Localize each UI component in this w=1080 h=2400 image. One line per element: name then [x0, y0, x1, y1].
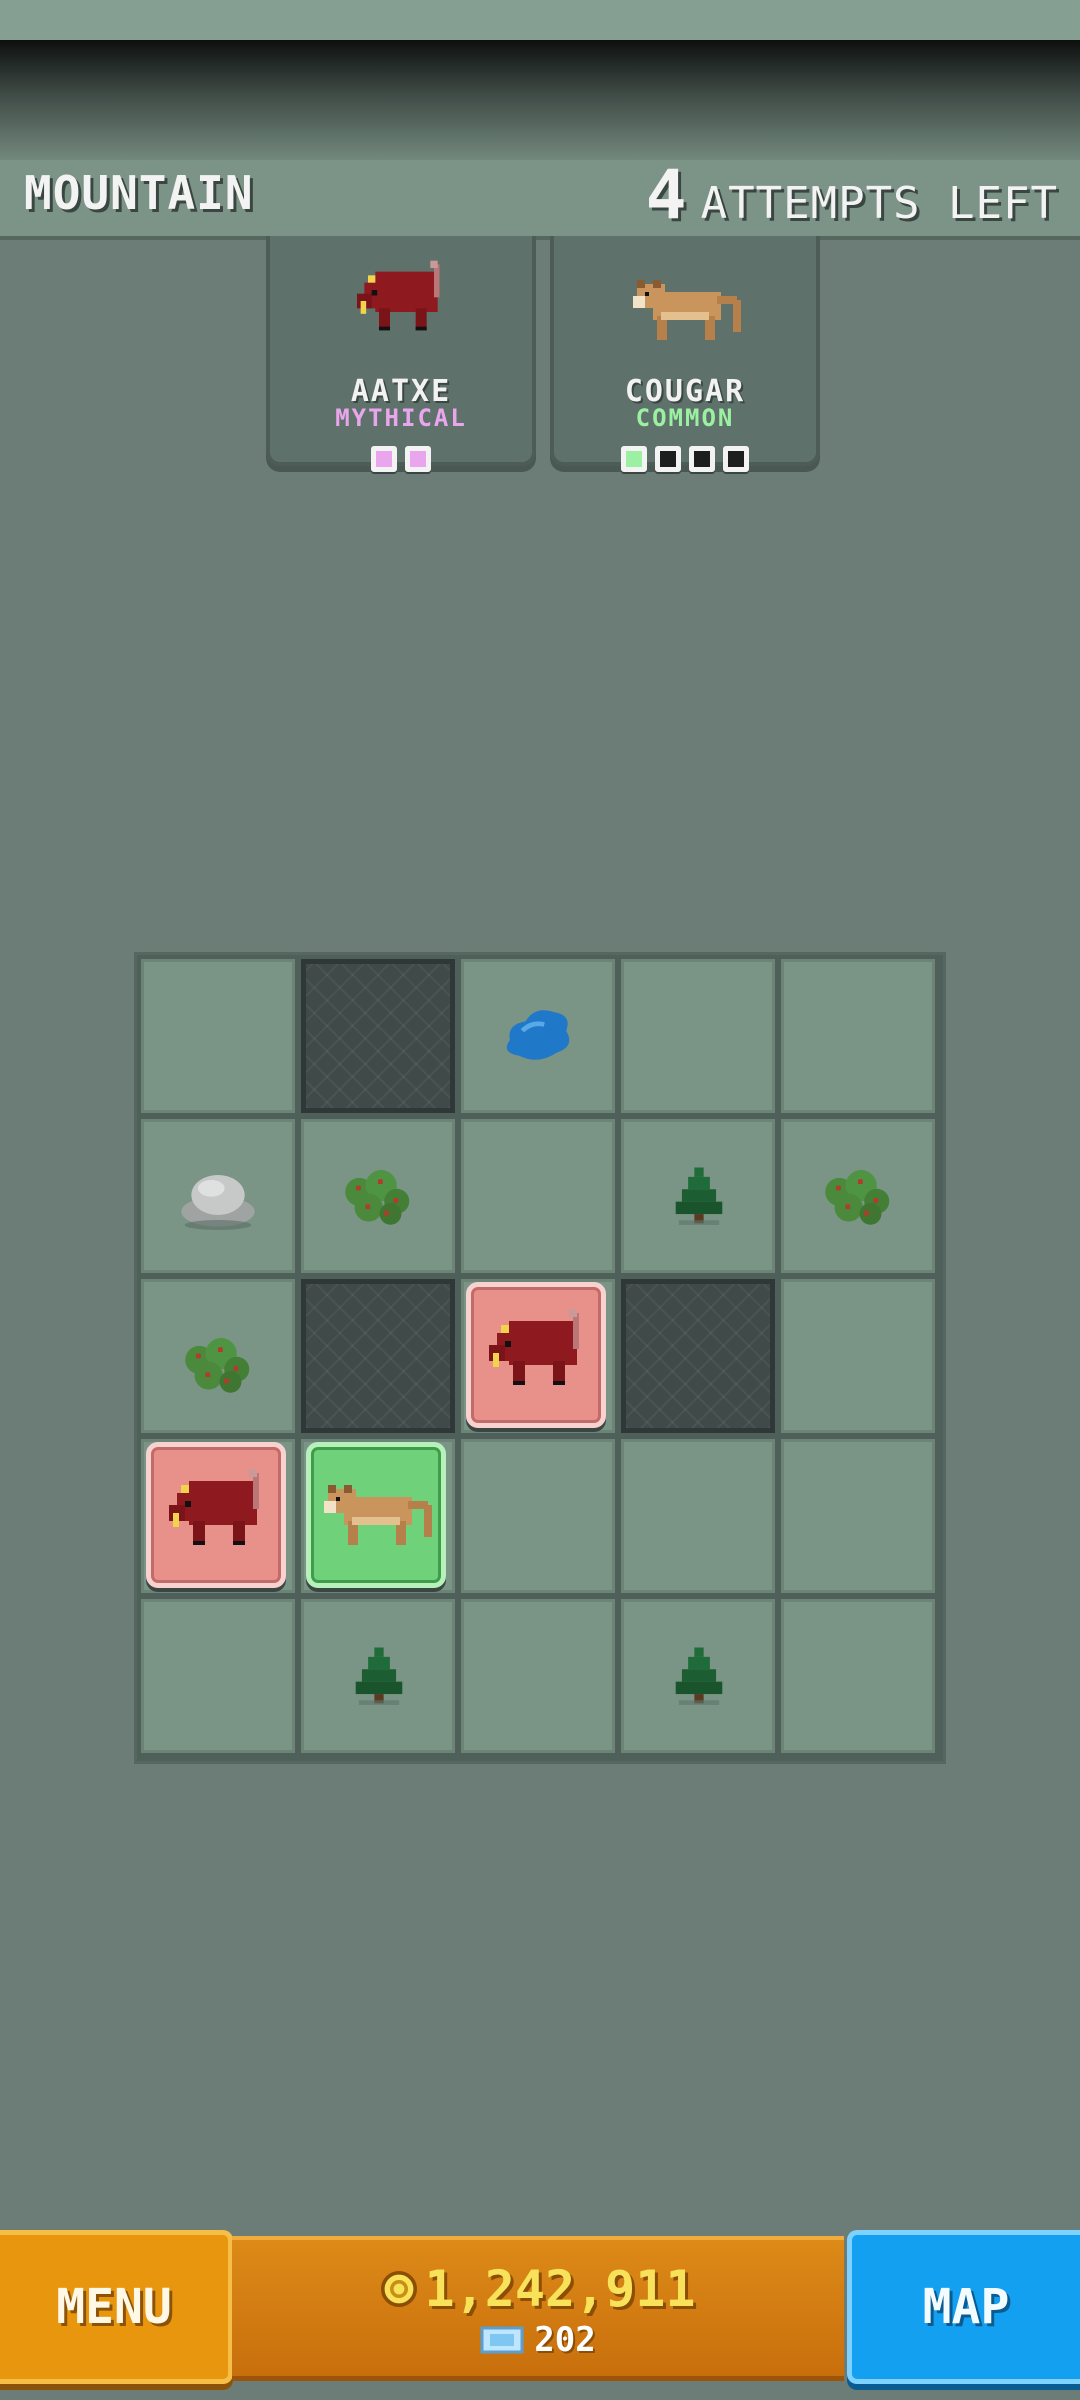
board-cell[interactable] — [461, 1599, 615, 1753]
progress-pip-empty — [655, 446, 681, 472]
aatxe-tile[interactable] — [466, 1282, 606, 1428]
tree-icon — [355, 1647, 403, 1705]
cougar-icon — [633, 280, 741, 340]
board-cell[interactable] — [301, 1119, 455, 1273]
board-cell[interactable] — [461, 1439, 615, 1593]
board-cell[interactable] — [461, 1279, 615, 1433]
board-cell[interactable] — [301, 1439, 455, 1593]
progress-pip-filled — [621, 446, 647, 472]
board-cell[interactable] — [781, 1599, 935, 1753]
board-cell[interactable] — [621, 1119, 775, 1273]
blocked-cell — [301, 959, 455, 1113]
aatxe-icon — [357, 260, 440, 331]
target-card-aatxe[interactable]: AATXE MYTHICAL — [266, 236, 536, 466]
coin-icon — [380, 2271, 417, 2307]
board-cell[interactable] — [621, 959, 775, 1113]
board-cell[interactable] — [781, 1119, 935, 1273]
biome-title: MOUNTAIN — [24, 166, 254, 220]
tree-icon — [675, 1647, 723, 1705]
attempts-number: 4 — [645, 156, 687, 235]
board-cell[interactable] — [621, 1599, 775, 1753]
board-cell[interactable] — [781, 1439, 935, 1593]
aatxe-progress-pips — [266, 446, 536, 472]
ticket-icon — [480, 2326, 524, 2354]
rock-icon — [181, 1175, 255, 1230]
cougar-icon — [324, 1485, 432, 1545]
game-board — [134, 952, 946, 1764]
bottom-bar: MENU 1,242,911 202 MAP — [0, 2226, 1080, 2384]
progress-pip-filled — [405, 446, 431, 472]
progress-pip-filled — [371, 446, 397, 472]
coin-amount: 1,242,911 — [424, 2260, 696, 2318]
ticket-balance: 202 — [232, 2320, 844, 2360]
blocked-cell — [621, 1279, 775, 1433]
board-cell[interactable] — [781, 1279, 935, 1433]
board-cell[interactable] — [141, 1119, 295, 1273]
bush-icon — [825, 1170, 890, 1225]
cougar-tile[interactable] — [306, 1442, 446, 1588]
board-cell[interactable] — [141, 1599, 295, 1753]
coin-balance: 1,242,911 — [232, 2260, 844, 2318]
board-cell[interactable] — [141, 1279, 295, 1433]
attempts-counter: 4 ATTEMPTS LEFT — [646, 156, 1058, 235]
aatxe-tile[interactable] — [146, 1442, 286, 1588]
bush-icon — [185, 1338, 250, 1393]
board-cell[interactable] — [461, 959, 615, 1113]
map-button[interactable]: MAP — [847, 2230, 1080, 2384]
aatxe-icon — [169, 1469, 259, 1545]
status-bar — [0, 0, 1080, 40]
board-cell[interactable] — [301, 1599, 455, 1753]
ticket-amount: 202 — [534, 2320, 596, 2360]
board-cell[interactable] — [621, 1439, 775, 1593]
aatxe-icon — [489, 1309, 579, 1385]
board-cell[interactable] — [781, 959, 935, 1113]
water-icon — [488, 992, 588, 1082]
tree-icon — [675, 1167, 723, 1225]
board-cell[interactable] — [461, 1119, 615, 1273]
menu-button[interactable]: MENU — [0, 2230, 233, 2384]
blocked-cell — [301, 1279, 455, 1433]
top-shade — [0, 40, 1080, 160]
card-rarity: COMMON — [635, 404, 735, 432]
currency-panel: 1,242,911 202 — [232, 2236, 844, 2381]
progress-pip-empty — [689, 446, 715, 472]
board-cell[interactable] — [141, 1439, 295, 1593]
cougar-progress-pips — [550, 446, 820, 472]
bush-icon — [345, 1170, 410, 1225]
target-card-cougar[interactable]: COUGAR COMMON — [550, 236, 820, 466]
board-cell[interactable] — [141, 959, 295, 1113]
attempts-label: ATTEMPTS LEFT — [700, 178, 1058, 229]
card-rarity: MYTHICAL — [335, 404, 467, 432]
progress-pip-empty — [723, 446, 749, 472]
